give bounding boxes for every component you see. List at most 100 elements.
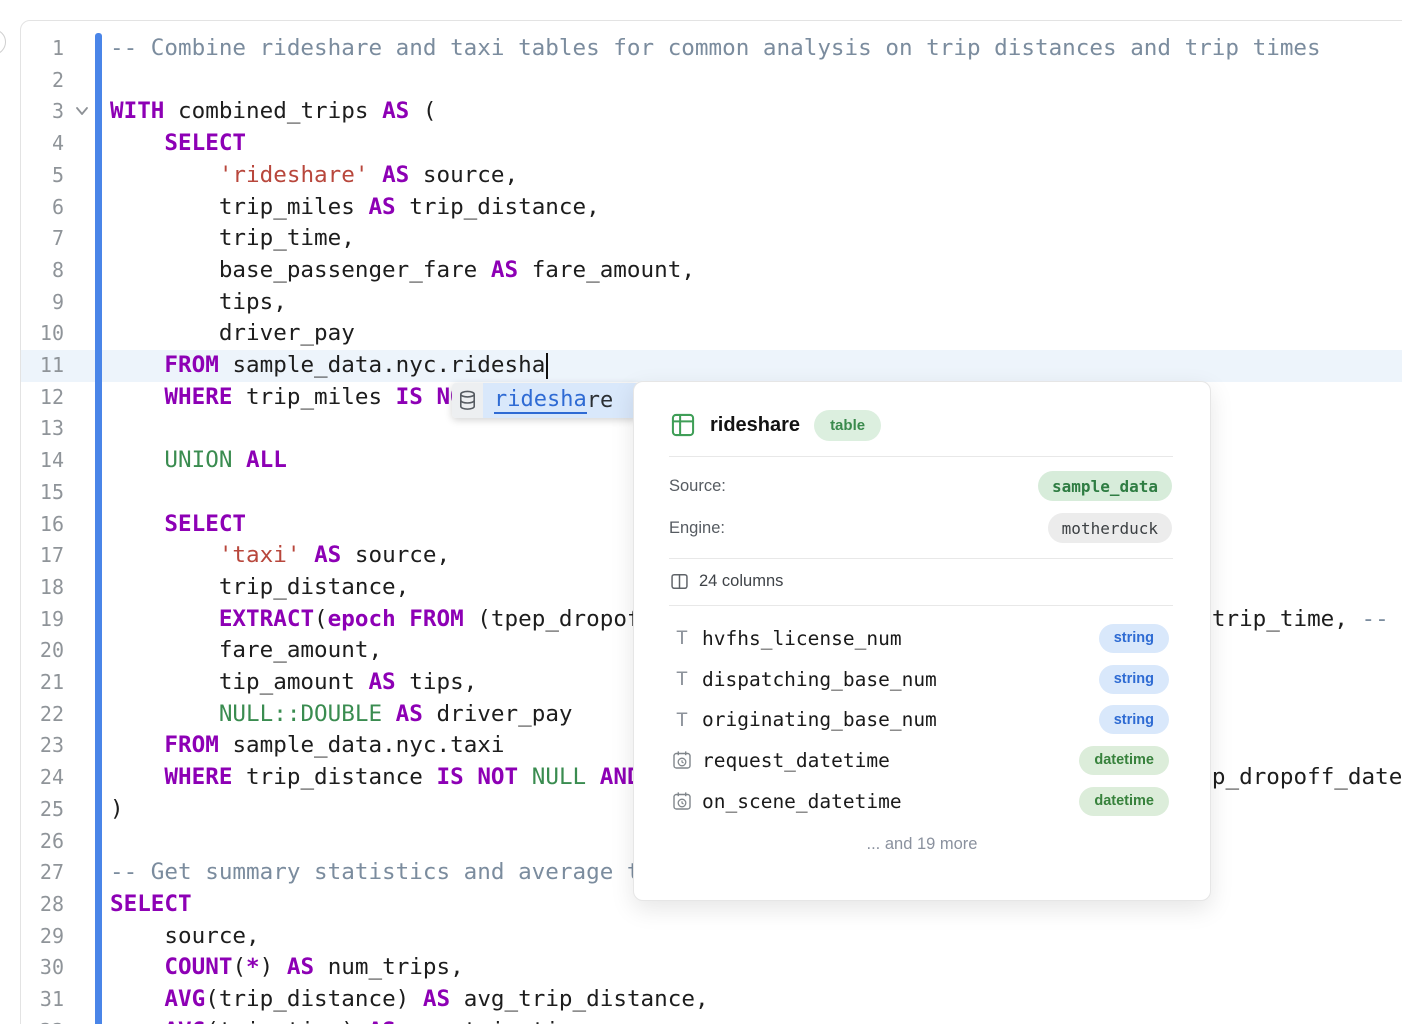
source-value-pill: sample_data — [1038, 471, 1172, 501]
calendar-clock-icon — [671, 791, 693, 811]
text-icon: T — [671, 709, 693, 731]
suggestion-matched-text: ridesha — [494, 387, 587, 414]
divider — [669, 558, 1173, 559]
autocomplete-popup[interactable]: rideshare — [452, 383, 638, 418]
line-number: 4 — [24, 128, 64, 160]
code-text: tips, — [110, 287, 287, 319]
code-line[interactable]: 29 source, — [21, 921, 1402, 953]
line-number: 19 — [24, 604, 64, 636]
code-text: driver_pay — [110, 318, 355, 350]
line-number: 30 — [24, 952, 64, 984]
modified-lines-indicator — [95, 33, 102, 1024]
collapsed-handle[interactable] — [0, 29, 6, 55]
code-text: FROM sample_data.nyc.taxi — [110, 730, 505, 762]
line-number: 12 — [24, 382, 64, 414]
code-line[interactable]: 10 driver_pay — [21, 318, 1402, 350]
code-text: trip_miles AS trip_distance, — [110, 192, 600, 224]
column-row[interactable]: Tdispatching_base_numstring — [671, 659, 1169, 700]
code-text: COUNT(*) AS num_trips, — [110, 952, 464, 984]
code-line[interactable]: 1-- Combine rideshare and taxi tables fo… — [21, 33, 1402, 65]
code-line[interactable]: 7 trip_time, — [21, 223, 1402, 255]
line-number: 27 — [24, 857, 64, 889]
column-type-badge: datetime — [1079, 787, 1169, 816]
suggestion-item-rideshare[interactable]: rideshare — [483, 383, 638, 418]
line-number: 18 — [24, 572, 64, 604]
column-name: dispatching_base_num — [702, 668, 1099, 691]
text-icon: T — [671, 627, 693, 649]
line-number: 17 — [24, 540, 64, 572]
divider — [669, 605, 1173, 606]
column-name: on_scene_datetime — [702, 790, 1079, 813]
code-text: source, — [110, 921, 260, 953]
code-text: fare_amount, — [110, 635, 382, 667]
line-number: 7 — [24, 223, 64, 255]
fold-chevron-icon[interactable] — [73, 102, 91, 120]
code-line[interactable]: 30 COUNT(*) AS num_trips, — [21, 952, 1402, 984]
line-number: 11 — [24, 350, 64, 382]
code-line[interactable]: 5 'rideshare' AS source, — [21, 160, 1402, 192]
columns-icon — [671, 573, 688, 590]
code-text: SELECT — [110, 509, 246, 541]
line-number: 5 — [24, 160, 64, 192]
engine-row: Engine: motherduck — [669, 512, 1172, 544]
code-text: WITH combined_trips AS ( — [110, 96, 437, 128]
code-line[interactable]: 8 base_passenger_fare AS fare_amount, — [21, 255, 1402, 287]
code-text: NULL::DOUBLE AS driver_pay — [110, 699, 573, 731]
table-info-header: rideshare table — [671, 406, 1174, 444]
line-number: 1 — [24, 33, 64, 65]
code-line[interactable]: 3 WITH combined_trips AS ( — [21, 96, 1402, 128]
calendar-clock-icon — [671, 750, 693, 770]
code-text: tip_amount AS tips, — [110, 667, 477, 699]
code-line[interactable]: 2 — [21, 65, 1402, 97]
line-number: 28 — [24, 889, 64, 921]
column-row[interactable]: Thvfhs_license_numstring — [671, 618, 1169, 659]
line-number: 21 — [24, 667, 64, 699]
line-number: 14 — [24, 445, 64, 477]
code-line[interactable]: 11 FROM sample_data.nyc.ridesha — [21, 350, 1402, 382]
database-icon — [452, 383, 483, 418]
line-number: 16 — [24, 509, 64, 541]
column-name: hvfhs_license_num — [702, 627, 1099, 650]
line-number: 2 — [24, 65, 64, 97]
column-list: Thvfhs_license_numstringTdispatching_bas… — [671, 618, 1169, 821]
line-number: 10 — [24, 318, 64, 350]
line-number: 20 — [24, 635, 64, 667]
line-number: 22 — [24, 699, 64, 731]
table-title: rideshare — [710, 414, 800, 437]
code-line[interactable]: 6 trip_miles AS trip_distance, — [21, 192, 1402, 224]
line-number: 8 — [24, 255, 64, 287]
code-text: base_passenger_fare AS fare_amount, — [110, 255, 695, 287]
code-text: AVG(trip_time) AS avg_trip_time, — [110, 1016, 600, 1024]
column-row[interactable]: Toriginating_base_numstring — [671, 699, 1169, 740]
line-number: 25 — [24, 794, 64, 826]
column-row[interactable]: request_datetimedatetime — [671, 740, 1169, 781]
code-text: 'taxi' AS source, — [110, 540, 450, 572]
code-text: trip_distance, — [110, 572, 409, 604]
line-number: 15 — [24, 477, 64, 509]
code-text: 'rideshare' AS source, — [110, 160, 518, 192]
code-text: SELECT — [110, 128, 246, 160]
code-text: AVG(trip_distance) AS avg_trip_distance, — [110, 984, 709, 1016]
code-text: UNION ALL — [110, 445, 287, 477]
code-line[interactable]: 32 AVG(trip_time) AS avg_trip_time, — [21, 1016, 1402, 1024]
column-type-badge: string — [1099, 705, 1169, 734]
source-label: Source: — [669, 477, 726, 496]
line-number: 3 — [24, 96, 64, 128]
source-row: Source: sample_data — [669, 470, 1172, 502]
engine-value-pill: motherduck — [1048, 513, 1172, 543]
text-icon: T — [671, 668, 693, 690]
code-line[interactable]: 4 SELECT — [21, 128, 1402, 160]
engine-label: Engine: — [669, 519, 725, 538]
divider — [669, 456, 1173, 457]
columns-count-label: 24 columns — [699, 572, 783, 591]
code-text: FROM sample_data.nyc.ridesha — [110, 350, 545, 382]
line-number: 9 — [24, 287, 64, 319]
code-line[interactable]: 31 AVG(trip_distance) AS avg_trip_distan… — [21, 984, 1402, 1016]
code-line[interactable]: 9 tips, — [21, 287, 1402, 319]
table-icon — [671, 413, 695, 437]
code-text: ) — [110, 794, 124, 826]
column-row[interactable]: on_scene_datetimedatetime — [671, 781, 1169, 822]
code-text: SELECT — [110, 889, 192, 921]
column-type-badge: string — [1099, 624, 1169, 653]
suggestion-rest-text: re — [587, 388, 614, 413]
